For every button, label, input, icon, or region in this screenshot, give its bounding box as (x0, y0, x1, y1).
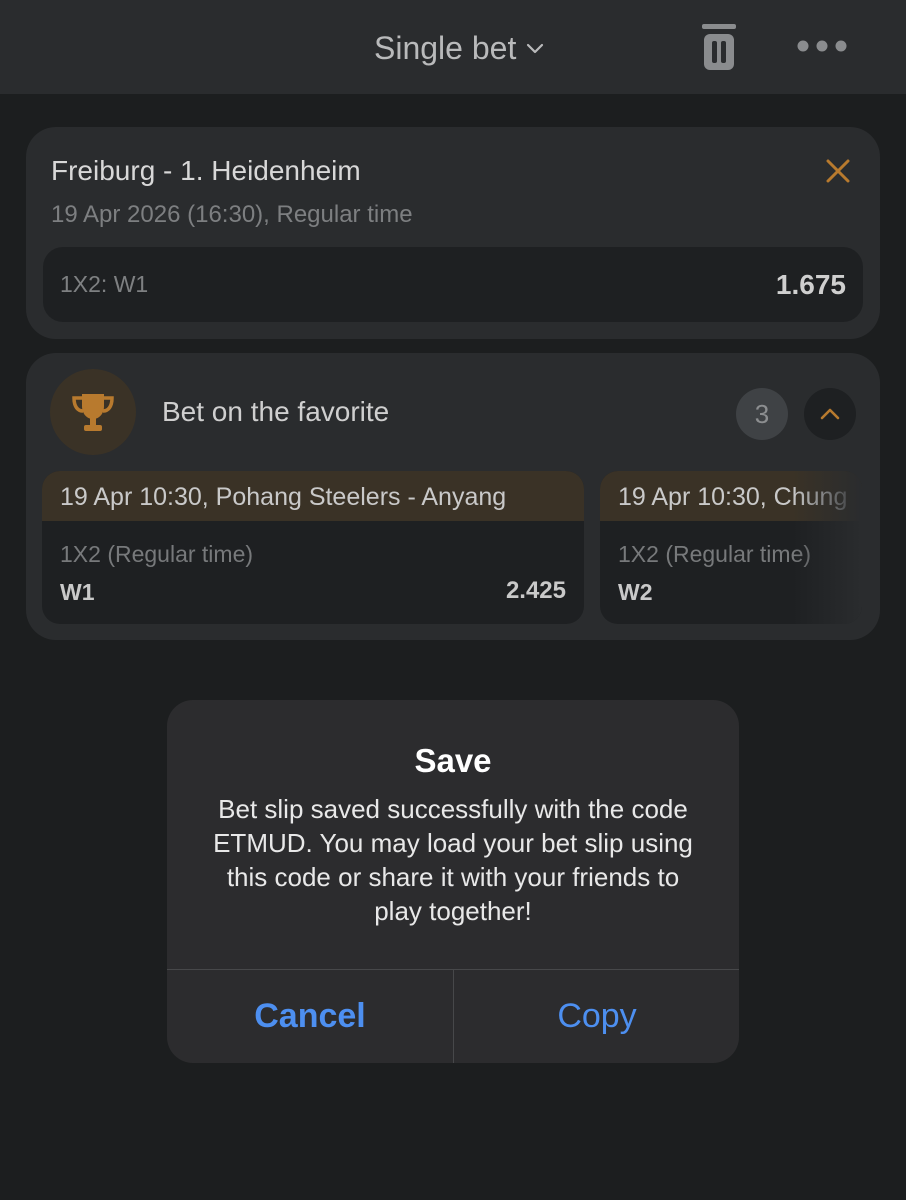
outcome-label: 1X2: W1 (60, 271, 149, 297)
match-datetime: 19 Apr 2026 (16:30), Regular time (51, 201, 413, 228)
bet-type-label: Single bet (374, 29, 517, 66)
favorite-title: Bet on the favorite (162, 396, 390, 427)
dialog-title: Save (414, 742, 492, 779)
save-dialog: Save Bet slip saved successfully with th… (167, 700, 739, 1063)
outcome-odds: 1.675 (775, 269, 846, 300)
top-bar: Single bet (0, 0, 906, 94)
favorite-section: Bet on the favorite 3 19 Apr 10:30, Poha… (26, 353, 880, 640)
copy-button[interactable]: Copy (454, 970, 739, 1063)
dialog-message: Bet slip saved successfully with the cod… (213, 794, 693, 926)
event-odds: 2.425 (505, 577, 566, 604)
event-header: 19 Apr 10:30, Pohang Steelers - Anyang (42, 471, 584, 521)
match-title: Freiburg - 1. Heidenheim (51, 155, 361, 186)
close-icon[interactable] (826, 159, 850, 183)
trash-icon[interactable] (700, 22, 738, 72)
event-market: 1X2 (Regular time) (618, 541, 812, 567)
trophy-badge (50, 369, 136, 455)
bet-type-selector[interactable]: Single bet (374, 26, 544, 70)
collapse-button[interactable] (804, 388, 856, 440)
trophy-icon (72, 394, 114, 431)
cancel-button[interactable]: Cancel (167, 970, 453, 1063)
event-card[interactable]: 19 Apr 10:30, Chung 1X2 (Regular time) W… (600, 471, 862, 624)
events-count-badge: 3 (736, 388, 788, 440)
event-market: 1X2 (Regular time) (60, 541, 254, 567)
event-card[interactable]: 19 Apr 10:30, Pohang Steelers - Anyang 1… (42, 471, 584, 624)
chevron-up-icon (820, 408, 840, 420)
bet-slip-card: Freiburg - 1. Heidenheim 19 Apr 2026 (16… (26, 127, 880, 339)
scroll-fade (792, 471, 862, 624)
event-outcome: W2 (618, 579, 653, 605)
event-outcome: W1 (60, 579, 95, 605)
chevron-down-icon (527, 43, 544, 54)
more-icon[interactable] (796, 38, 848, 54)
outcome-row: 1X2: W1 1.675 (43, 247, 863, 322)
